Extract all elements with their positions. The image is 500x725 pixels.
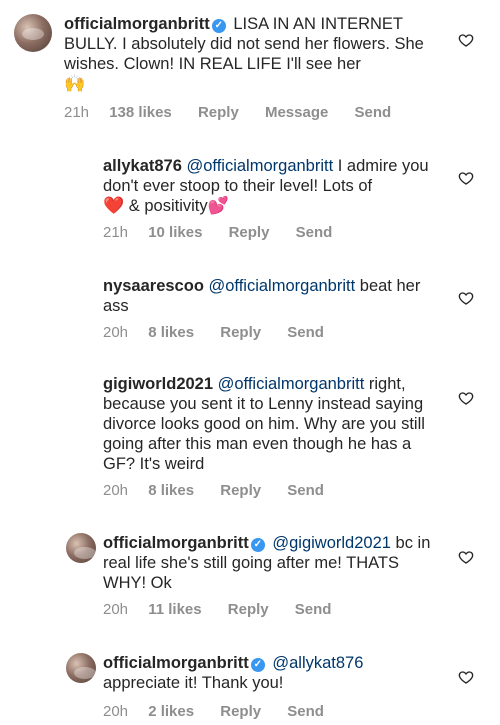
comment-time: 20h: [103, 324, 129, 341]
comment-likes[interactable]: 2 likes: [148, 703, 194, 720]
comment-body: officialmorganbritt ✓ LISA IN AN INTERNET…: [64, 14, 434, 94]
comment-username[interactable]: allykat876: [103, 157, 182, 175]
comment-meta: 21h 10 likes Reply Send: [103, 224, 354, 241]
reply-button[interactable]: Reply: [220, 703, 261, 720]
verified-badge-icon: ✓: [211, 19, 226, 33]
send-button[interactable]: Send: [287, 324, 324, 341]
send-button[interactable]: Send: [295, 601, 332, 618]
reply-button[interactable]: Reply: [220, 482, 261, 499]
comment-mention[interactable]: @officialmorganbritt: [218, 375, 365, 393]
comment-likes[interactable]: 8 likes: [148, 482, 194, 499]
comment-text: appreciate it! Thank you!: [103, 674, 284, 692]
comment-likes[interactable]: 8 likes: [148, 324, 194, 341]
heart-outline-icon[interactable]: [458, 170, 474, 186]
reply-button[interactable]: Reply: [198, 104, 239, 121]
comment-time: 21h: [103, 224, 129, 241]
heart-outline-icon[interactable]: [458, 390, 474, 406]
reply-button[interactable]: Reply: [229, 224, 270, 241]
two-hearts-emoji: 💕: [207, 196, 229, 215]
comment-body: allykat876 @officialmorganbritt I admire…: [103, 156, 433, 216]
comment-body: officialmorganbritt ✓ @gigiworld2021 bc i…: [103, 533, 433, 593]
comment-username[interactable]: officialmorganbritt: [103, 654, 249, 672]
comment-time: 20h: [103, 703, 129, 720]
heart-outline-icon[interactable]: [458, 669, 474, 685]
comment-mention[interactable]: @officialmorganbritt: [187, 157, 334, 175]
send-button[interactable]: Send: [355, 104, 392, 121]
message-button[interactable]: Message: [265, 104, 328, 121]
comment-time: 21h: [64, 104, 90, 121]
comment-body: nysaarescoo @officialmorganbritt beat he…: [103, 276, 433, 316]
comment-time: 20h: [103, 601, 129, 618]
comment-username[interactable]: officialmorganbritt: [103, 534, 249, 552]
comment-mention[interactable]: @allykat876: [272, 654, 363, 672]
send-button[interactable]: Send: [287, 482, 324, 499]
comment-body: officialmorganbritt ✓ @allykat876 appreci…: [103, 653, 433, 693]
comment-username[interactable]: officialmorganbritt: [64, 15, 210, 33]
heart-outline-icon[interactable]: [458, 32, 474, 48]
comment-text-2: & positivity: [128, 197, 208, 215]
verified-badge-icon: ✓: [250, 538, 265, 552]
reply-button[interactable]: Reply: [220, 324, 261, 341]
avatar[interactable]: [66, 653, 96, 683]
comment-likes[interactable]: 138 likes: [109, 104, 172, 121]
comment-likes[interactable]: 11 likes: [148, 601, 201, 618]
comment-mention[interactable]: @gigiworld2021: [272, 534, 391, 552]
comment-username[interactable]: nysaarescoo: [103, 277, 204, 295]
heart-outline-icon[interactable]: [458, 549, 474, 565]
comment-meta: 20h 8 likes Reply Send: [103, 482, 346, 499]
avatar[interactable]: [66, 533, 96, 563]
comment-meta: 20h 11 likes Reply Send: [103, 601, 353, 618]
comment-mention[interactable]: @officialmorganbritt: [209, 277, 356, 295]
comment-body: gigiworld2021 @officialmorganbritt right…: [103, 374, 433, 474]
reply-button[interactable]: Reply: [228, 601, 269, 618]
heart-outline-icon[interactable]: [458, 290, 474, 306]
comment-likes[interactable]: 10 likes: [148, 224, 202, 241]
send-button[interactable]: Send: [296, 224, 333, 241]
send-button[interactable]: Send: [287, 703, 324, 720]
comment-thread: officialmorganbritt ✓ LISA IN AN INTERNET…: [0, 0, 500, 725]
comment-meta: 20h 8 likes Reply Send: [103, 324, 346, 341]
red-heart-emoji: ❤️: [103, 196, 125, 215]
comment-time: 20h: [103, 482, 129, 499]
comment-username[interactable]: gigiworld2021: [103, 375, 213, 393]
raising-hands-emoji: 🙌: [64, 74, 86, 93]
avatar[interactable]: [14, 14, 52, 52]
comment-meta: 21h 138 likes Reply Message Send: [64, 104, 413, 121]
comment-meta: 20h 2 likes Reply Send: [103, 703, 346, 720]
verified-badge-icon: ✓: [250, 658, 265, 672]
